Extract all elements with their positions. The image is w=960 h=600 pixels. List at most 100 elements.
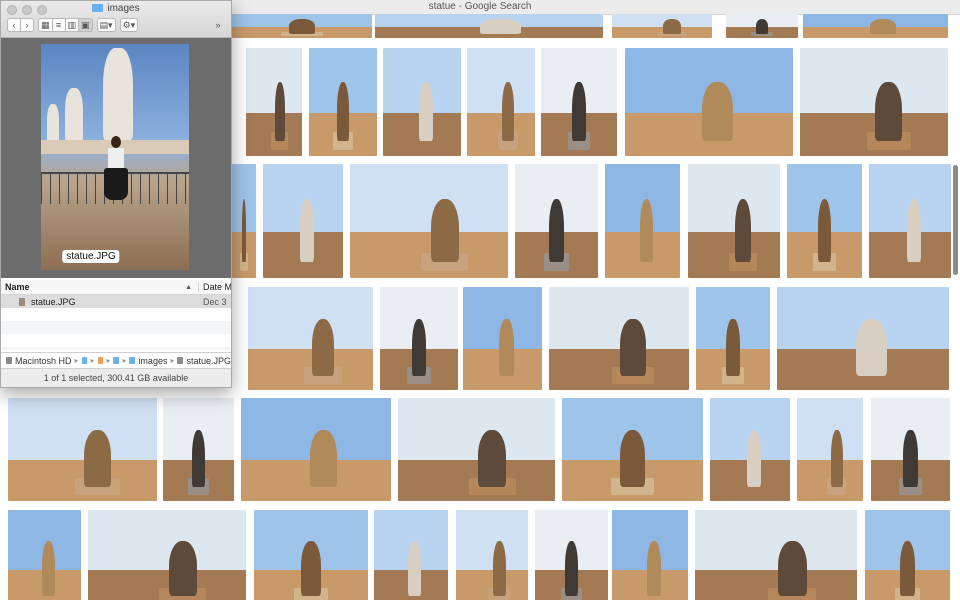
thumbnail-sky: [467, 48, 535, 113]
list-view-icon: ≡: [55, 20, 62, 30]
image-result-thumbnail[interactable]: [88, 510, 246, 600]
name-column-header[interactable]: Name: [1, 282, 185, 292]
statue-figure: [65, 88, 83, 142]
statue-figure: [289, 18, 315, 35]
finder-window: images ‹ › ▦ ≡ ▥ ▣ ▤▾ ⚙▾ » statue.JPG Na…: [0, 0, 232, 388]
column-view-button[interactable]: ▥: [64, 18, 80, 32]
statue-figure: [411, 318, 426, 376]
finder-title: images: [1, 3, 231, 14]
image-result-thumbnail[interactable]: [688, 164, 780, 278]
image-result-thumbnail[interactable]: [383, 48, 461, 156]
image-result-thumbnail[interactable]: [246, 48, 302, 156]
statue-figure: [564, 541, 579, 596]
preview-image[interactable]: [41, 44, 189, 270]
image-result-thumbnail[interactable]: [263, 164, 343, 278]
list-view-button[interactable]: ≡: [51, 18, 66, 32]
gallery-view-button[interactable]: ▣: [78, 18, 93, 32]
arrange-button[interactable]: ▤▾: [96, 18, 116, 32]
image-result-thumbnail[interactable]: [309, 48, 377, 156]
preview-pane: [1, 38, 231, 278]
image-result-thumbnail[interactable]: [612, 14, 712, 38]
image-result-thumbnail[interactable]: [549, 287, 689, 390]
thumbnail-sky: [688, 164, 780, 233]
chevron-left-icon: ‹: [12, 20, 16, 30]
statue-figure: [499, 318, 514, 376]
image-result-thumbnail[interactable]: [612, 510, 688, 600]
image-result-thumbnail[interactable]: [605, 164, 680, 278]
back-button[interactable]: ‹: [7, 18, 21, 32]
chevron-right-icon: ›: [25, 20, 29, 30]
image-file-icon: [19, 297, 25, 306]
image-result-thumbnail[interactable]: [625, 48, 793, 156]
statue-figure: [408, 541, 422, 596]
image-result-thumbnail[interactable]: [456, 510, 528, 600]
image-result-thumbnail[interactable]: [562, 398, 703, 501]
image-result-thumbnail[interactable]: [871, 398, 950, 501]
image-result-thumbnail[interactable]: [380, 287, 458, 390]
image-result-thumbnail[interactable]: [467, 48, 535, 156]
image-result-thumbnail[interactable]: [865, 510, 950, 600]
date-column-header[interactable]: Date M: [198, 282, 231, 292]
image-result-thumbnail[interactable]: [797, 398, 863, 501]
image-result-thumbnail[interactable]: [398, 398, 555, 501]
statue-figure: [639, 199, 653, 263]
folder-icon[interactable]: [81, 357, 88, 364]
image-result-thumbnail[interactable]: [232, 164, 256, 278]
image-result-thumbnail[interactable]: [695, 510, 857, 600]
statue-figure: [418, 81, 433, 141]
image-result-thumbnail[interactable]: [535, 510, 608, 600]
path-item-disk[interactable]: Macintosh HD: [15, 356, 72, 366]
scrollbar[interactable]: [953, 165, 958, 275]
statue-figure: [192, 429, 205, 487]
thumbnail-sky: [8, 398, 157, 460]
image-result-thumbnail[interactable]: [248, 287, 373, 390]
file-list-header: Name ▲ Date M: [1, 280, 231, 295]
folder-icon[interactable]: [113, 357, 120, 364]
path-item-file[interactable]: statue.JPG: [186, 356, 231, 366]
image-result-thumbnail[interactable]: [254, 510, 368, 600]
person-figure: [103, 136, 129, 214]
image-result-thumbnail[interactable]: [803, 14, 948, 38]
thumbnail-sky: [350, 164, 508, 233]
statue-figure: [856, 318, 888, 376]
chevron-right-icon: ▸: [106, 356, 111, 365]
sort-ascending-icon: ▲: [185, 283, 192, 291]
chevron-right-icon: ▸: [170, 356, 175, 365]
image-result-thumbnail[interactable]: [8, 510, 81, 600]
image-result-thumbnail[interactable]: [869, 164, 951, 278]
statue-figure: [746, 429, 762, 487]
file-row[interactable]: statue.JPG Dec 3: [1, 295, 231, 308]
image-result-thumbnail[interactable]: [232, 14, 372, 38]
image-file-icon: [177, 357, 184, 364]
thumbnail-sky: [549, 287, 689, 349]
path-item-images[interactable]: images: [138, 356, 167, 366]
thumbnail-sky: [398, 398, 555, 460]
statue-figure: [311, 318, 335, 376]
image-result-thumbnail[interactable]: [163, 398, 234, 501]
image-result-thumbnail[interactable]: [777, 287, 949, 390]
image-result-thumbnail[interactable]: [800, 48, 948, 156]
image-result-thumbnail[interactable]: [374, 510, 448, 600]
image-result-thumbnail[interactable]: [726, 14, 798, 38]
statue-figure: [300, 541, 322, 596]
icon-view-button[interactable]: ▦: [38, 18, 53, 32]
statue-figure: [478, 429, 507, 487]
action-button[interactable]: ⚙▾: [119, 18, 139, 32]
file-list-empty-rows: [1, 308, 231, 350]
image-result-thumbnail[interactable]: [710, 398, 790, 501]
image-result-thumbnail[interactable]: [8, 398, 157, 501]
image-result-thumbnail[interactable]: [515, 164, 598, 278]
image-result-thumbnail[interactable]: [787, 164, 862, 278]
image-result-thumbnail[interactable]: [375, 14, 603, 38]
image-result-thumbnail[interactable]: [696, 287, 770, 390]
image-result-thumbnail[interactable]: [241, 398, 391, 501]
forward-button[interactable]: ›: [20, 18, 34, 32]
home-icon[interactable]: [97, 357, 104, 364]
image-result-thumbnail[interactable]: [541, 48, 617, 156]
image-result-thumbnail[interactable]: [350, 164, 508, 278]
statue-figure: [875, 81, 903, 141]
statue-figure: [274, 81, 285, 141]
more-button[interactable]: »: [211, 18, 225, 32]
image-result-thumbnail[interactable]: [463, 287, 542, 390]
chevron-right-icon: ▸: [90, 356, 95, 365]
